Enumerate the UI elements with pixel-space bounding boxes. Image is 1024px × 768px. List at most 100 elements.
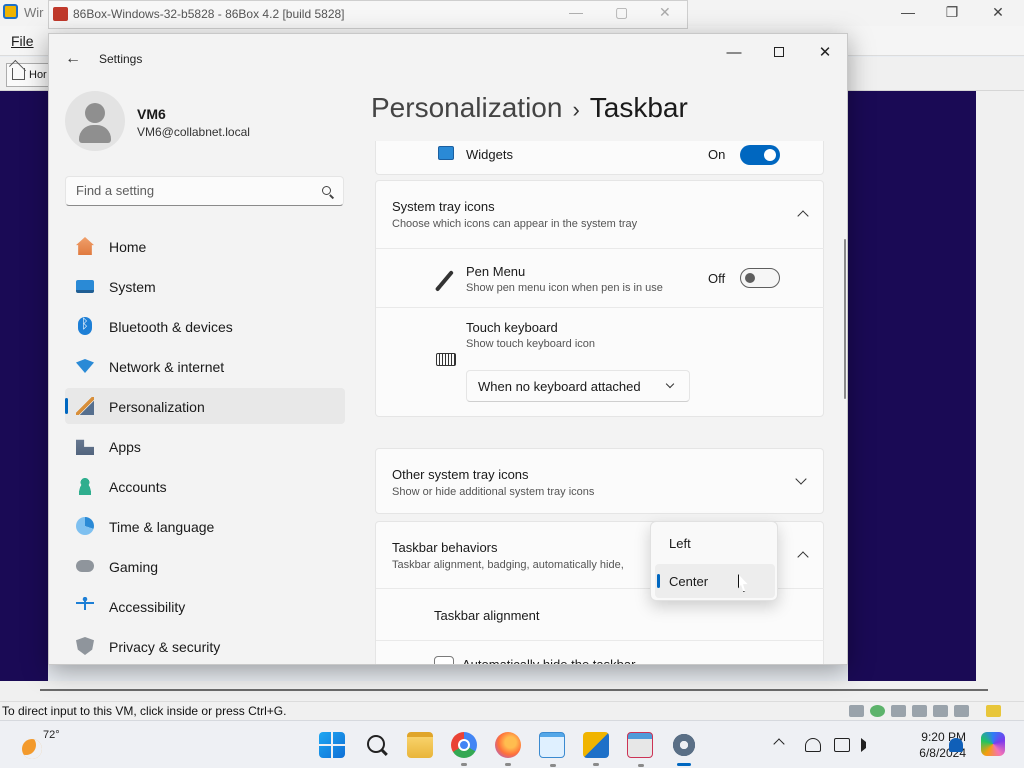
sidebar-item-gaming[interactable]: Gaming — [65, 548, 345, 584]
menu-file[interactable]: File — [6, 31, 39, 51]
drive-status-icon[interactable] — [849, 705, 864, 717]
sidebar-item-personalization[interactable]: Personalization — [65, 388, 345, 424]
86box-app-icon — [53, 7, 68, 21]
host-side-panel — [976, 91, 1024, 681]
sidebar-item-label: Time & language — [109, 519, 215, 535]
sidebar-item-time-language[interactable]: Time & language — [65, 508, 345, 544]
keyboard-icon — [436, 353, 456, 366]
chrome-icon[interactable] — [451, 732, 477, 766]
host-close-button[interactable]: ✕ — [983, 2, 1013, 22]
task-manager-icon[interactable] — [627, 732, 653, 767]
firefox-icon[interactable] — [495, 732, 521, 766]
autohide-row[interactable]: Automatically hide the taskbar — [376, 640, 824, 664]
settings-scrollbar[interactable] — [844, 239, 846, 399]
bg-minimize-button[interactable]: — — [569, 4, 583, 20]
chevron-down-icon — [795, 473, 807, 485]
floppy-status-icon[interactable] — [891, 705, 906, 717]
taskbar-search-icon[interactable] — [363, 732, 389, 758]
minimize-button[interactable]: — — [714, 42, 754, 64]
sound-status-icon[interactable] — [933, 705, 948, 717]
hdd-status-icon[interactable] — [954, 705, 969, 717]
alignment-option-left[interactable]: Left — [655, 526, 775, 560]
network-status-icon[interactable] — [870, 705, 885, 717]
taskbar: 72° 9:20 PM 6/8/2024 — [0, 720, 1024, 768]
vm-screen-background — [0, 91, 48, 681]
widgets-icon — [438, 146, 454, 160]
avatar[interactable] — [65, 91, 125, 151]
host-horizontal-scrollbar[interactable] — [0, 681, 1024, 701]
notepad-icon[interactable] — [539, 732, 565, 767]
86box-app-icon — [3, 4, 18, 19]
weather-temperature: 72° — [43, 729, 60, 741]
sidebar-item-privacy-security[interactable]: Privacy & security — [65, 628, 345, 664]
apps-icon — [76, 439, 94, 455]
show-hidden-icons-chevron-icon[interactable] — [773, 738, 785, 750]
alignment-option-label: Center — [669, 574, 709, 589]
host-window-title: Wir — [24, 5, 44, 20]
autohide-checkbox[interactable] — [434, 656, 454, 664]
accessibility-icon — [76, 597, 94, 615]
profile-email: VM6@collabnet.local — [137, 125, 250, 139]
settings-window-title: Settings — [99, 52, 143, 66]
widgets-toggle[interactable] — [740, 145, 780, 165]
sidebar-item-label: Gaming — [109, 559, 159, 575]
controller-icon — [76, 560, 94, 572]
bluetooth-icon — [78, 317, 92, 335]
notification-bell-icon[interactable] — [949, 738, 963, 752]
sidebar-item-bluetooth[interactable]: Bluetooth & devices — [65, 308, 345, 344]
close-button[interactable]: ✕ — [805, 42, 845, 64]
monitor-icon — [76, 280, 94, 293]
breadcrumb-parent[interactable]: Personalization — [371, 92, 562, 123]
chevron-up-icon — [797, 210, 809, 222]
host-home-tab[interactable]: Hor — [6, 63, 54, 87]
sidebar-item-accounts[interactable]: Accounts — [65, 468, 345, 504]
system-tray-header[interactable]: System tray icons Choose which icons can… — [376, 181, 824, 248]
network-tray-icon[interactable] — [805, 738, 821, 752]
sidebar-item-label: Home — [109, 239, 147, 255]
86box-icon[interactable] — [583, 732, 609, 766]
weather-widget[interactable]: 72° — [12, 727, 72, 763]
touch-keyboard-dropdown[interactable]: When no keyboard attached — [466, 370, 690, 402]
sidebar-item-label: Privacy & security — [109, 639, 221, 655]
sidebar-item-home[interactable]: Home — [65, 228, 345, 264]
volume-icon[interactable] — [861, 738, 871, 752]
status-message: To direct input to this VM, click inside… — [2, 704, 287, 718]
search-icon[interactable] — [322, 186, 331, 195]
disk-status-icon[interactable] — [912, 705, 927, 717]
pen-menu-toggle[interactable] — [740, 268, 780, 288]
copilot-icon[interactable] — [981, 732, 1005, 756]
file-explorer-icon[interactable] — [407, 732, 433, 758]
display-tray-icon[interactable] — [834, 738, 850, 752]
other-tray-title: Other system tray icons — [392, 467, 529, 482]
sidebar-item-apps[interactable]: Apps — [65, 428, 345, 464]
sidebar-item-network[interactable]: Network & internet — [65, 348, 345, 384]
home-icon — [76, 237, 94, 255]
chevron-up-icon — [797, 551, 809, 563]
maximize-button[interactable] — [759, 42, 799, 64]
alignment-option-center[interactable]: Center — [655, 564, 775, 598]
background-86box-window[interactable]: 86Box-Windows-32-b5828 - 86Box 4.2 [buil… — [48, 0, 688, 29]
sidebar-item-accessibility[interactable]: Accessibility — [65, 588, 345, 624]
search-input[interactable] — [76, 183, 296, 198]
host-home-tab-label: Hor — [29, 69, 47, 81]
start-button[interactable] — [319, 732, 345, 758]
host-minimize-button[interactable]: — — [893, 2, 923, 22]
notes-status-icon[interactable] — [986, 705, 1001, 717]
pen-menu-desc: Show pen menu icon when pen is in use — [466, 282, 663, 294]
search-box[interactable] — [65, 176, 344, 206]
system-tray-subtitle: Choose which icons can appear in the sys… — [392, 218, 638, 230]
sidebar-item-label: Bluetooth & devices — [109, 319, 233, 335]
settings-gear-icon[interactable] — [671, 732, 697, 766]
bg-close-button[interactable]: ✕ — [659, 4, 671, 21]
sidebar-item-system[interactable]: System — [65, 268, 345, 304]
pen-menu-state: Off — [708, 271, 726, 286]
alignment-option-label: Left — [669, 536, 691, 551]
breadcrumb-separator: › — [572, 97, 580, 122]
other-tray-card[interactable]: Other system tray icons Show or hide add… — [375, 448, 824, 514]
bg-maximize-button[interactable]: ▢ — [615, 4, 628, 21]
host-restore-button[interactable]: ❐ — [937, 2, 967, 22]
back-arrow-icon[interactable]: ← — [65, 50, 81, 68]
globe-clock-icon — [76, 517, 94, 535]
taskbar-alignment-label: Taskbar alignment — [434, 608, 540, 623]
widgets-card: Widgets On — [375, 141, 824, 175]
